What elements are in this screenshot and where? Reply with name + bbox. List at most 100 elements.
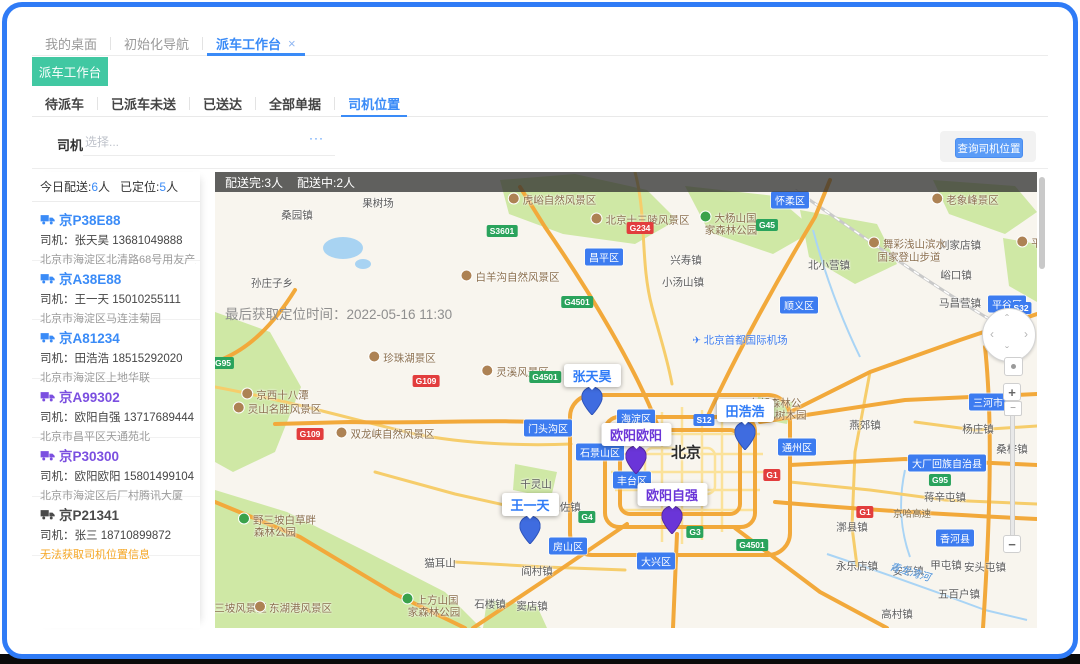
subtab-driver-location[interactable]: 司机位置 [335, 91, 413, 116]
subtab-bar: 待派车 已派车未送 已送达 全部单据 司机位置 [32, 91, 1048, 117]
map-label: 甲屯镇 [930, 558, 962, 573]
map-label: 北京首都国际机场 [692, 333, 787, 348]
map-label: 高村镇 [881, 607, 913, 622]
zoom-slider-handle[interactable]: − [1004, 401, 1022, 416]
app-window: 我的桌面 初始化导航 派车工作台 × 派车工作台 待派车 已派车未送 已送达 全… [2, 2, 1078, 659]
vehicle-plate: 京P21341 [40, 504, 196, 524]
locate-button[interactable] [1004, 357, 1023, 376]
tab-dispatch-workbench[interactable]: 派车工作台 × [203, 31, 309, 55]
map-label: 双龙峡自然风景区 [336, 427, 435, 442]
subtab-pending[interactable]: 待派车 [32, 91, 97, 116]
map-district-label: 昌平区 [585, 249, 623, 266]
truck-icon [40, 509, 55, 520]
vehicle-list: 京P38E88司机：张天昊 13681049888北京市海淀区北清路68号用友产… [32, 202, 200, 556]
map-label: 家森林公园 [408, 605, 461, 620]
map-label: 京西十八潭 [241, 388, 309, 403]
map-district-label: 门头沟区 [524, 420, 572, 437]
vehicle-item[interactable]: 京A38E88司机：王一天 15010255111北京市海淀区马连洼菊园 [32, 261, 200, 320]
map-district-label: 石景山区 [576, 444, 624, 461]
map-district-label: 怀柔区 [771, 192, 809, 209]
driver-pin[interactable]: 田浩浩 [735, 422, 756, 455]
pan-left-icon[interactable]: ‹ [990, 328, 994, 340]
vehicle-item[interactable]: 京P38E88司机：张天昊 13681049888北京市海淀区北清路68号用友产… [32, 202, 200, 261]
tab-init-nav[interactable]: 初始化导航 [111, 31, 202, 55]
driver-pin[interactable]: 欧阳欧阳 [626, 446, 647, 479]
map-label: 虎峪自然风景区 [508, 193, 597, 208]
divider [32, 168, 1048, 169]
driver-pin[interactable]: 欧阳自强 [662, 506, 683, 539]
close-icon[interactable]: × [288, 36, 296, 51]
truck-icon [40, 214, 55, 225]
map-label: 漷县镇 [836, 520, 868, 535]
driver-pin-label[interactable]: 田浩浩 [716, 399, 773, 422]
map-label: 家森林公园 [705, 223, 758, 238]
map-label: 燕郊镇 [849, 418, 881, 433]
driver-pin-label[interactable]: 欧阳欧阳 [601, 423, 671, 446]
vehicle-plate: 京P30300 [40, 445, 196, 465]
subtab-delivered[interactable]: 已送达 [190, 91, 255, 116]
driver-pin[interactable]: 张天昊 [582, 387, 603, 420]
map-label: 桑园镇 [281, 208, 313, 223]
vehicle-item[interactable]: 京P30300司机：欧阳欧阳 15801499104北京市海淀区后厂村腾讯大厦 [32, 438, 200, 497]
map-label: G4501 [529, 371, 561, 383]
driver-pin[interactable]: 王一天 [520, 516, 541, 549]
map-district-label: 大兴区 [637, 553, 675, 570]
map-label: 峪口镇 [940, 268, 972, 283]
map-label: 小汤山镇 [662, 275, 704, 290]
map-label: 杨庄镇 [962, 422, 994, 437]
driver-pin-label[interactable]: 王一天 [501, 493, 558, 516]
vehicle-plate: 京A99302 [40, 386, 196, 406]
map-district-label: 大厂回族自治县 [908, 455, 986, 472]
map-label: 石楼镇 [474, 597, 506, 612]
map-label: 森林公园 [254, 525, 296, 540]
driver-select-input[interactable] [83, 129, 335, 156]
query-driver-location-button[interactable]: 查询司机位置 [955, 138, 1023, 158]
zoom-out-button[interactable]: − [1003, 535, 1021, 553]
subtab-dispatched[interactable]: 已派车未送 [98, 91, 189, 116]
map-pan-control[interactable]: ˆ ˇ ‹ › [982, 308, 1036, 362]
map-district-label: 通州区 [778, 439, 816, 456]
map-label: G1 [856, 506, 873, 518]
pan-right-icon[interactable]: › [1024, 328, 1028, 340]
map-label: G234 [627, 222, 654, 234]
vehicle-item[interactable]: 京A99302司机：欧阳自强 13717689444北京市昌平区天通苑北 [32, 379, 200, 438]
map-district-label: 香河县 [936, 530, 974, 547]
vehicle-address: 北京市海淀区北清路68号用友产业园 [40, 251, 196, 267]
driver-filter-label: 司机 [57, 135, 83, 154]
vehicle-driver: 司机：欧阳自强 13717689444 [40, 409, 196, 425]
map-district-label: 房山区 [549, 538, 587, 555]
vehicle-driver: 司机：张天昊 13681049888 [40, 232, 196, 248]
map-canvas[interactable]: 配送完:3人 配送中:2人 最后获取定位时间：2022-05-16 11:30 … [215, 172, 1037, 628]
vehicle-item[interactable]: 京P21341司机：张三 18710899872无法获取司机位置信息 [32, 497, 200, 556]
vehicle-address: 北京市海淀区后厂村腾讯大厦 [40, 487, 196, 503]
map-label: 珍珠湖景区 [368, 351, 436, 366]
map-label: 孙庄子乡 [251, 276, 293, 291]
vehicle-item[interactable]: 京A81234司机：田浩浩 18515292020北京市海淀区上地华联 [32, 320, 200, 379]
map-label: G3 [686, 526, 703, 538]
map-city-label: 北京 [671, 442, 701, 463]
vehicle-driver: 司机：田浩浩 18515292020 [40, 350, 196, 366]
window-tab-bar: 我的桌面 初始化导航 派车工作台 × [32, 31, 1048, 56]
last-location-time: 最后获取定位时间：2022-05-16 11:30 [225, 303, 452, 323]
map-label: G4501 [561, 296, 593, 308]
zoom-in-button[interactable]: + [1003, 383, 1021, 401]
vehicle-driver: 司机：欧阳欧阳 15801499104 [40, 468, 196, 484]
map-label: 果树场 [362, 196, 394, 211]
pan-down-icon[interactable]: ˇ [1005, 345, 1009, 357]
status-delivered: 配送完:3人 [225, 174, 283, 191]
ellipsis-icon[interactable]: ··· [309, 131, 324, 145]
map-label: S3601 [487, 225, 518, 237]
map-label: 灵山名胜风景区 [233, 402, 322, 417]
vehicle-driver: 司机：张三 18710899872 [40, 527, 196, 543]
map-label: S12 [693, 414, 714, 426]
pan-up-icon[interactable]: ˆ [1005, 313, 1009, 325]
content-scrollbar-thumb[interactable] [1039, 177, 1045, 269]
delivery-stats: 今日配送:6人 已定位:5人 [32, 172, 200, 202]
subtab-all-orders[interactable]: 全部单据 [256, 91, 334, 116]
driver-pin-label[interactable]: 欧阳自强 [637, 483, 707, 506]
zoom-slider-track[interactable] [1010, 402, 1015, 537]
map-status-bar: 配送完:3人 配送中:2人 [215, 172, 1037, 192]
driver-pin-label[interactable]: 张天昊 [563, 364, 620, 387]
tab-my-desktop[interactable]: 我的桌面 [32, 31, 110, 55]
map-label: 平谷桃花海 [1016, 236, 1037, 251]
